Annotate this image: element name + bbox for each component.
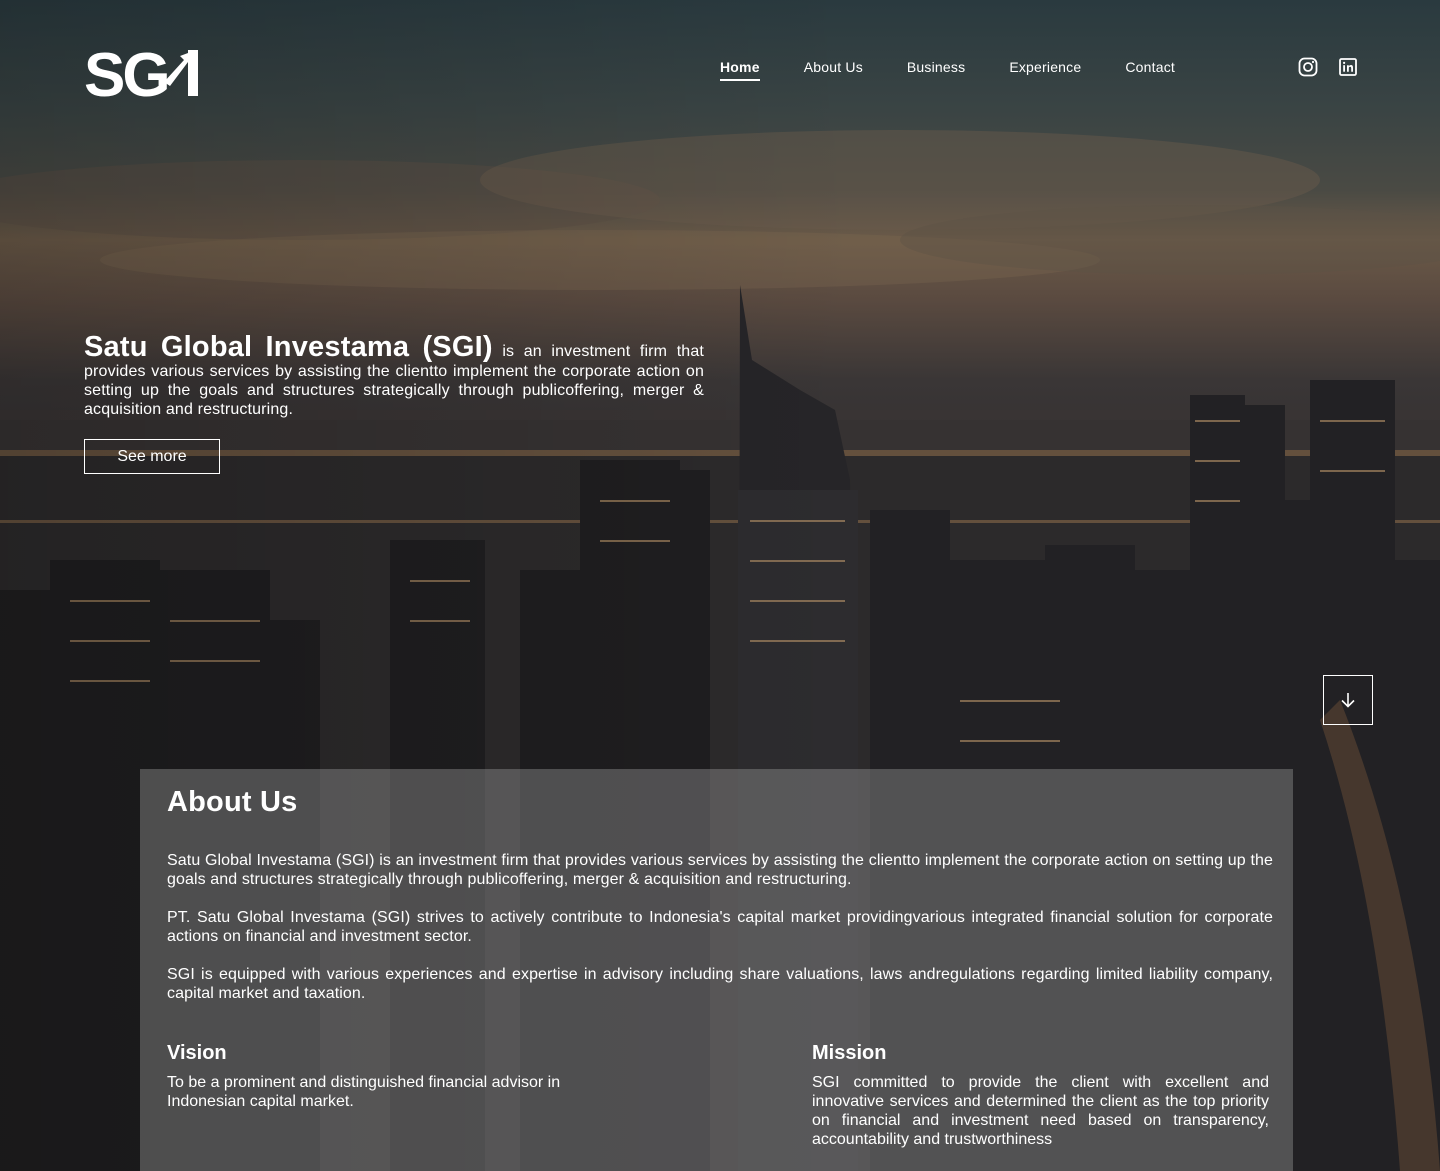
about-paragraph: Satu Global Investama (SGI) is an invest… (167, 852, 1273, 888)
about-paragraph: PT. Satu Global Investama (SGI) strives … (167, 909, 1273, 945)
scroll-down-button[interactable] (1323, 675, 1373, 725)
nav-experience[interactable]: Experience (1009, 59, 1081, 81)
mission-text: SGI committed to provide the client with… (812, 1074, 1269, 1148)
hero-section: Satu Global Investama (SGI) is an invest… (84, 332, 704, 419)
nav-business[interactable]: Business (907, 59, 965, 81)
mission-heading: Mission (812, 1042, 887, 1064)
social-links (1298, 57, 1358, 77)
linkedin-icon[interactable] (1338, 57, 1358, 77)
sgi-logo[interactable]: SG (84, 38, 210, 110)
see-more-button[interactable]: See more (84, 439, 220, 474)
mission-block: Mission SGI committed to provide the cli… (812, 1041, 1269, 1149)
nav-contact[interactable]: Contact (1125, 59, 1175, 81)
svg-text:SG: SG (84, 41, 168, 100)
instagram-icon[interactable] (1298, 57, 1318, 77)
about-us-section: About Us Satu Global Investama (SGI) is … (140, 769, 1293, 1171)
hero-intro: Satu Global Investama (SGI) is an invest… (84, 332, 704, 419)
vision-heading: Vision (167, 1042, 227, 1064)
nav-about-us[interactable]: About Us (804, 59, 863, 81)
main-nav: Home About Us Business Experience Contac… (720, 59, 1175, 81)
about-heading: About Us (167, 786, 298, 818)
hero-title: Satu Global Investama (SGI) (84, 331, 493, 363)
site-header: SG Home About Us Business Experience Con… (0, 0, 1440, 130)
vision-mission: Vision To be a prominent and distinguish… (167, 1041, 1273, 1161)
vision-text: To be a prominent and distinguished fina… (167, 1074, 561, 1110)
arrow-down-icon (1341, 693, 1355, 708)
nav-home[interactable]: Home (720, 59, 760, 81)
about-paragraph: SGI is equipped with various experiences… (167, 966, 1273, 1002)
vision-block: Vision To be a prominent and distinguish… (167, 1041, 587, 1111)
